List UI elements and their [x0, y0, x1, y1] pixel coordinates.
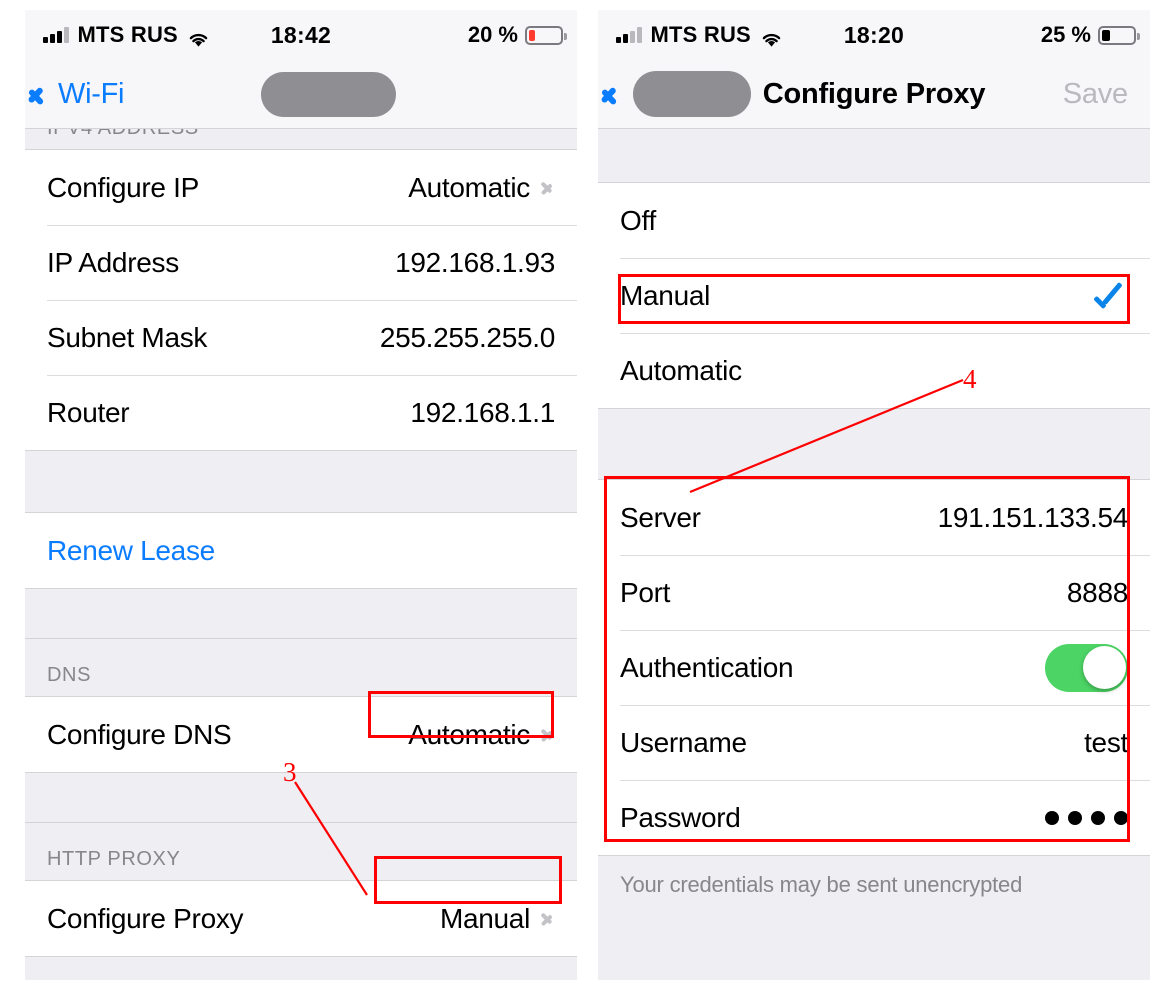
nav-bar-right: Configure Proxy Save: [598, 60, 1150, 129]
option-label: Automatic: [620, 354, 742, 386]
row-password[interactable]: Password: [598, 780, 1150, 855]
row-value: Automatic: [408, 718, 530, 750]
row-configure-ip[interactable]: Configure IP Automatic: [25, 150, 577, 225]
chevron-right-icon: [542, 178, 553, 197]
password-value-group[interactable]: [1045, 810, 1128, 825]
section-header-ipv4-address: IPV4 ADDRESS: [25, 129, 577, 150]
redacted-title-block: [261, 71, 396, 117]
row-label: Server: [620, 501, 701, 533]
row-label: Authentication: [620, 651, 794, 683]
row-label: IP Address: [47, 246, 179, 278]
renew-lease-label: Renew Lease: [47, 534, 215, 566]
row-renew-lease[interactable]: Renew Lease: [25, 513, 577, 588]
status-bar-right-group: 25 %: [1040, 10, 1140, 60]
authentication-toggle-group: [1045, 643, 1128, 692]
section-header-dns: DNS: [25, 639, 577, 697]
battery-icon-right: [1098, 25, 1140, 45]
port-value[interactable]: 8888: [1067, 577, 1128, 609]
option-label: Manual: [620, 279, 711, 311]
left-phone-screenshot: MTS RUS 18:42 20 % Wi-Fi Configure IP Au…: [25, 10, 577, 980]
status-bar-left: MTS RUS 18:42 20 %: [25, 10, 577, 60]
proxy-footnote: Your credentials may be sent unencrypted: [598, 855, 1150, 972]
checkmark-icon: [1094, 283, 1128, 309]
toggle-knob: [1082, 646, 1126, 689]
password-masked-dots: [1045, 810, 1128, 825]
row-value: 192.168.1.1: [410, 396, 555, 428]
row-label: Configure IP: [47, 171, 200, 203]
row-value: 255.255.255.0: [379, 321, 555, 353]
battery-icon-left: [525, 25, 567, 45]
row-label: Password: [620, 801, 741, 833]
row-server[interactable]: Server 191.151.133.54: [598, 480, 1150, 555]
save-button[interactable]: Save: [1063, 60, 1129, 128]
option-label: Off: [620, 204, 656, 236]
option-row-manual[interactable]: Manual: [598, 258, 1150, 333]
row-subnet-mask[interactable]: Subnet Mask 255.255.255.0: [25, 300, 577, 375]
row-authentication[interactable]: Authentication: [598, 630, 1150, 705]
row-label: Configure Proxy: [47, 902, 244, 934]
section-gap-before-proxy-fields: [598, 408, 1150, 480]
row-username[interactable]: Username test: [598, 705, 1150, 780]
row-ip-address[interactable]: IP Address 192.168.1.93: [25, 225, 577, 300]
status-bar-right-group: 20 %: [467, 10, 567, 60]
server-value[interactable]: 191.151.133.54: [938, 502, 1129, 534]
row-port[interactable]: Port 8888: [598, 555, 1150, 630]
row-value-group: Automatic: [408, 719, 555, 751]
row-label: Username: [620, 726, 747, 758]
authentication-toggle[interactable]: [1045, 643, 1128, 692]
option-selected-group: [1094, 283, 1128, 309]
battery-percent-left: 20 %: [467, 22, 518, 47]
settings-list-right[interactable]: Off Manual Automatic Server 191.151.133.…: [598, 129, 1150, 980]
nav-bar-left: Wi-Fi: [25, 60, 577, 129]
row-configure-dns[interactable]: Configure DNS Automatic: [25, 697, 577, 772]
section-gap-before-http-proxy: [25, 772, 577, 823]
row-label: Configure DNS: [47, 718, 232, 750]
row-value: Automatic: [408, 171, 530, 203]
row-value: Manual: [439, 902, 530, 934]
status-bar-right: MTS RUS 18:20 25 %: [598, 10, 1150, 60]
section-gap-bottom-left: [25, 956, 577, 980]
option-row-off[interactable]: Off: [598, 183, 1150, 258]
battery-percent-right: 25 %: [1040, 22, 1091, 47]
row-configure-proxy[interactable]: Configure Proxy Manual: [25, 881, 577, 956]
chevron-right-icon: [542, 909, 553, 928]
username-value[interactable]: test: [1084, 727, 1128, 759]
section-header-http-proxy: HTTP PROXY: [25, 823, 577, 881]
chevron-right-icon: [542, 725, 553, 744]
row-label: Router: [47, 396, 130, 428]
section-gap-top-right: [598, 129, 1150, 183]
right-phone-screenshot: MTS RUS 18:20 25 % Configure Proxy Save: [598, 10, 1150, 980]
row-value-group: Automatic: [408, 172, 555, 204]
section-gap-after-ipv4: [25, 450, 577, 513]
row-router[interactable]: Router 192.168.1.1: [25, 375, 577, 450]
section-gap-before-dns: [25, 588, 577, 639]
row-label: Port: [620, 576, 671, 608]
settings-list-left[interactable]: IPV4 ADDRESS Configure IP Automatic IP A…: [25, 129, 577, 980]
nav-title-redacted-left: [25, 60, 577, 128]
row-label: Subnet Mask: [47, 321, 208, 353]
row-value: 192.168.1.93: [395, 246, 555, 278]
row-value-group: Manual: [440, 903, 555, 935]
section-gap-bottom-right: [598, 972, 1150, 980]
option-row-automatic[interactable]: Automatic: [598, 333, 1150, 408]
